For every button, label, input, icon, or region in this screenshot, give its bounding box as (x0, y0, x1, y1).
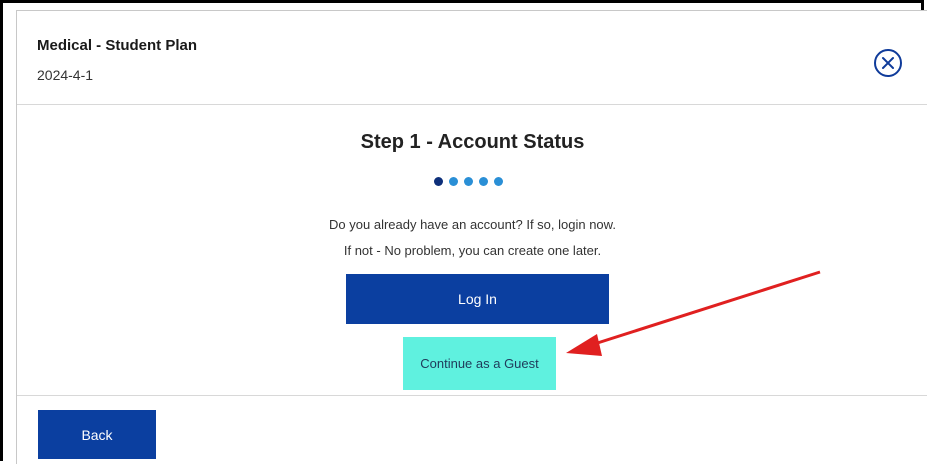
continue-as-guest-button[interactable]: Continue as a Guest (403, 337, 556, 390)
step-content: Step 1 - Account Status Do you already h… (17, 105, 927, 394)
step-title: Step 1 - Account Status (360, 131, 585, 153)
plan-modal: Medical - Student Plan 2024-4-1 Step 1 -… (16, 10, 927, 464)
account-prompt-line2: If not - No problem, you can create one … (343, 243, 602, 258)
progress-dot (449, 177, 458, 186)
back-button[interactable]: Back (38, 410, 156, 459)
progress-dot (434, 177, 443, 186)
plan-title: Medical - Student Plan (37, 37, 198, 54)
login-button[interactable]: Log In (346, 274, 609, 324)
modal-footer: Back (17, 395, 927, 464)
plan-date: 2024-4-1 (37, 67, 94, 83)
progress-dot (479, 177, 488, 186)
account-prompt-line1: Do you already have an account? If so, l… (329, 217, 616, 232)
step-progress-dots (434, 177, 503, 187)
progress-dot (494, 177, 503, 186)
modal-header: Medical - Student Plan 2024-4-1 (17, 11, 927, 105)
close-icon (882, 57, 894, 69)
progress-dot (464, 177, 473, 186)
close-button[interactable] (874, 49, 902, 77)
